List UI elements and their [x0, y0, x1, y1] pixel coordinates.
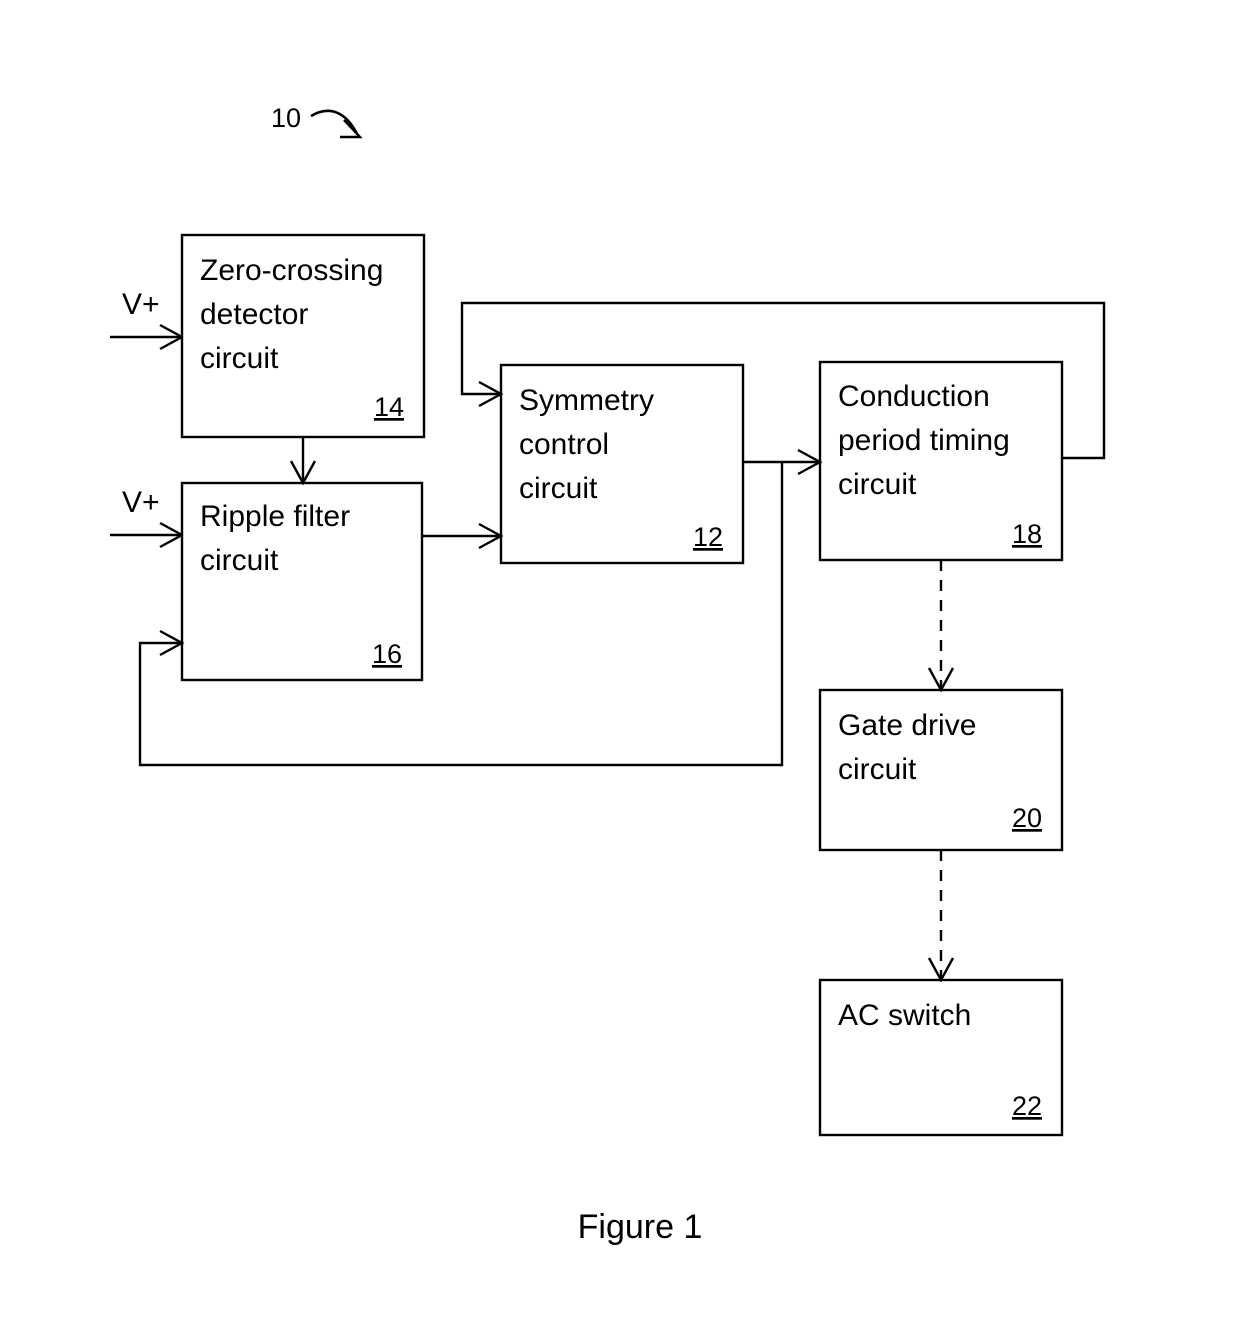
- block-conduction-period-timing-line1: Conduction: [838, 380, 990, 413]
- block-zero-crossing-detector-line3: circuit: [200, 342, 279, 375]
- figure-page: 10 V+ V+ Zero-crossing detector circuit …: [0, 0, 1240, 1336]
- vplus-top-label: V+: [122, 288, 160, 321]
- vplus-input-top: V+: [110, 288, 185, 351]
- block-ripple-filter-line1: Ripple filter: [200, 500, 350, 533]
- figure-caption: Figure 1: [578, 1208, 703, 1246]
- block-symmetry-control-ref: 12: [693, 522, 723, 552]
- lead-line-10: 10: [271, 103, 363, 139]
- block-ripple-filter[interactable]: Ripple filter circuit 16: [180, 481, 424, 682]
- block-ac-switch-line1: AC switch: [838, 999, 971, 1032]
- block-ac-switch[interactable]: AC switch 22: [818, 978, 1064, 1137]
- block-gate-drive-line2: circuit: [838, 753, 917, 786]
- block-zero-crossing-detector-line2: detector: [200, 298, 308, 331]
- block-symmetry-control-line1: Symmetry: [519, 384, 654, 417]
- block-diagram: 10 V+ V+ Zero-crossing detector circuit …: [110, 103, 1106, 1246]
- block-conduction-period-timing-line2: period timing: [838, 424, 1010, 457]
- block-zero-crossing-detector-line1: Zero-crossing: [200, 254, 383, 287]
- connection-detector-to-ripple-filter: [289, 437, 317, 486]
- block-ac-switch-ref: 22: [1012, 1091, 1042, 1121]
- block-ripple-filter-line2: circuit: [200, 544, 279, 577]
- lead-number-10-label: 10: [271, 103, 301, 133]
- block-zero-crossing-detector[interactable]: Zero-crossing detector circuit 14: [180, 233, 426, 439]
- vplus-input-bottom: V+: [110, 486, 185, 549]
- connection-gate-drive-to-ac-switch: [927, 850, 955, 983]
- connection-ripple-filter-to-symmetry: [422, 522, 504, 550]
- block-conduction-period-timing[interactable]: Conduction period timing circuit 18: [818, 360, 1064, 562]
- block-gate-drive-ref: 20: [1012, 803, 1042, 833]
- vplus-bottom-label: V+: [122, 486, 160, 519]
- lead-curve-10: [310, 109, 359, 135]
- block-zero-crossing-detector-ref: 14: [374, 392, 404, 422]
- block-conduction-period-timing-ref: 18: [1012, 519, 1042, 549]
- block-gate-drive[interactable]: Gate drive circuit 20: [818, 688, 1064, 852]
- block-symmetry-control-line2: control: [519, 428, 609, 461]
- block-symmetry-control[interactable]: Symmetry control circuit 12: [499, 363, 745, 565]
- block-symmetry-control-line3: circuit: [519, 472, 598, 505]
- block-conduction-period-timing-line3: circuit: [838, 468, 917, 501]
- block-gate-drive-line1: Gate drive: [838, 709, 976, 742]
- connection-conduction-to-gate-drive: [927, 560, 955, 693]
- block-ripple-filter-ref: 16: [372, 639, 402, 669]
